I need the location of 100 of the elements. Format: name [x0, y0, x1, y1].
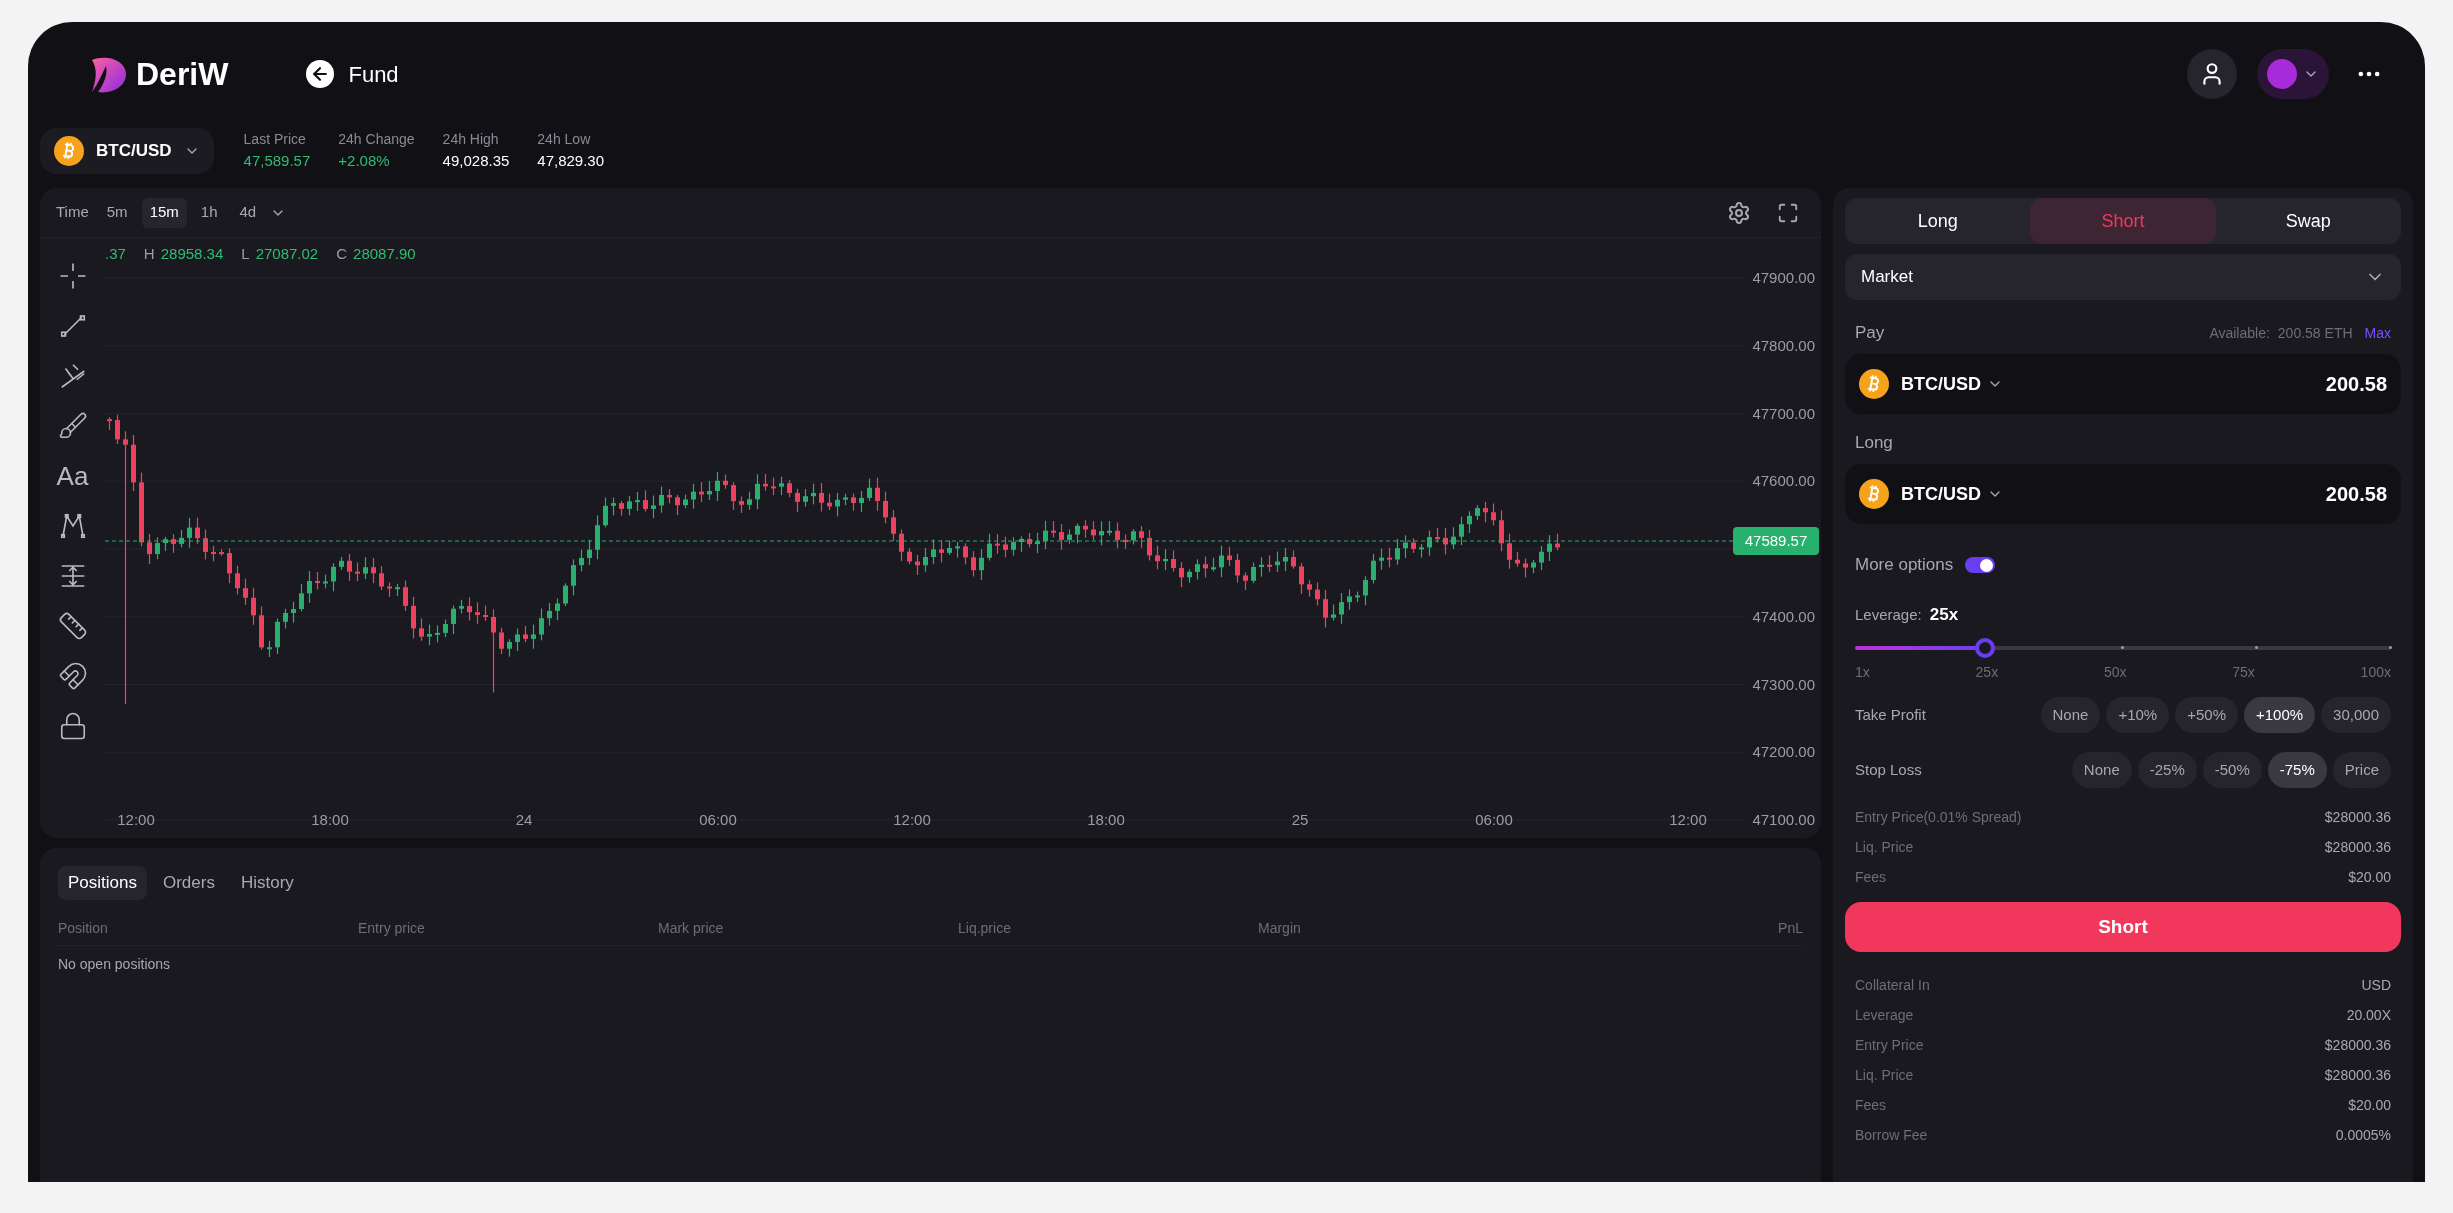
detail-label: Fees — [1855, 1095, 1887, 1115]
time-label: Time — [55, 202, 90, 223]
option-chip[interactable]: None — [2040, 697, 2101, 733]
max-link[interactable]: Max — [2364, 322, 2391, 344]
axis-label: 06:00 — [699, 811, 737, 828]
summary-label: Fees — [1855, 867, 1887, 887]
price-label: 47589.57 — [1733, 527, 1819, 555]
field-label: Pay — [1855, 322, 1885, 345]
token-label: BTC/USD — [1901, 372, 1981, 396]
column-header: Position — [58, 919, 109, 938]
detail-label: Leverage — [1855, 1005, 1914, 1025]
axis-label: 18:00 — [1087, 811, 1125, 828]
axis-label: 47300.00 — [1752, 675, 1815, 693]
logo-text: DeriW — [136, 55, 229, 94]
toggle-label: More options — [1855, 554, 1954, 577]
interval-tab[interactable]: 15m — [141, 197, 187, 228]
stat-label: 24h Low — [537, 130, 592, 150]
ohlc-value: .37 — [105, 243, 126, 264]
detail-label: Entry Price — [1855, 1035, 1924, 1055]
token-label: BTC/USD — [1901, 482, 1981, 506]
axis-label: 18:00 — [311, 811, 349, 828]
axis-label: 47700.00 — [1752, 404, 1815, 422]
field-label: Take Profit — [1855, 704, 1926, 725]
summary-value: $20.00 — [2348, 867, 2391, 887]
amount-value: 200.58 — [2325, 372, 2387, 397]
side-tab[interactable]: Swap — [2215, 198, 2401, 244]
column-header: Margin — [1258, 919, 1302, 938]
detail-label: Collateral In — [1855, 975, 1930, 995]
option-chip[interactable]: -75% — [2267, 752, 2327, 788]
field-label: Stop Loss — [1855, 759, 1922, 780]
option-chip[interactable]: None — [2071, 752, 2132, 788]
option-chip[interactable]: Price — [2332, 752, 2391, 788]
detail-label: Liq. Price — [1855, 1065, 1914, 1085]
column-header: Mark price — [658, 919, 725, 938]
option-chip[interactable]: +10% — [2106, 697, 2170, 733]
ohlc-value: 27087.02 — [255, 243, 319, 264]
summary-label: Entry Price(0.01% Spread) — [1855, 807, 2022, 827]
axis-label: 47800.00 — [1752, 336, 1815, 354]
slider-tick-label: 25x — [1975, 663, 1999, 682]
ohlc-value: 28958.34 — [160, 243, 224, 264]
back-button[interactable]: Fund — [306, 57, 399, 91]
ohlc-value: 28087.90 — [353, 243, 416, 264]
ohlc-label: L — [241, 243, 250, 264]
slider-tick-label: 1x — [1855, 663, 1870, 682]
stat-value: 47,829.30 — [537, 151, 605, 172]
token-amount-field[interactable]: BTC/USD 200.58 — [1845, 354, 2401, 414]
axis-label: 25 — [1291, 811, 1309, 828]
detail-value: $28000.36 — [2324, 1065, 2391, 1085]
stat-value: 49,028.35 — [442, 151, 510, 172]
detail-value: $28000.36 — [2324, 1035, 2391, 1055]
leverage-value: 25x — [1929, 604, 1959, 627]
detail-label: Borrow Fee — [1855, 1125, 1928, 1145]
interval-tab[interactable]: 1h — [192, 197, 226, 228]
side-tab[interactable]: Long — [1845, 198, 2031, 244]
interval-tab[interactable]: 4d — [231, 197, 265, 228]
axis-label: 47200.00 — [1752, 743, 1815, 761]
interval-tab[interactable]: 5m — [98, 197, 136, 228]
option-chip[interactable]: +50% — [2175, 697, 2238, 733]
column-header: Liq.price — [958, 919, 1012, 938]
slider-tick-label: 100x — [2360, 663, 2391, 682]
column-header: Entry price — [358, 919, 426, 938]
available-balance: 200.58 ETH — [2277, 323, 2353, 343]
order-type-dropdown[interactable]: Market — [1845, 254, 2401, 300]
positions-tab[interactable]: History — [230, 866, 304, 900]
slider-tick-label: 75x — [2232, 663, 2255, 682]
leverage-label: Leverage: — [1855, 604, 1922, 625]
text-tool-icon[interactable]: Aa — [56, 463, 89, 489]
empty-message: No open positions — [58, 954, 171, 974]
option-chip[interactable]: -25% — [2137, 752, 2197, 788]
ohlc-label: C — [336, 243, 348, 264]
option-chip[interactable]: +100% — [2244, 697, 2316, 733]
available-label: Available: — [2209, 323, 2270, 343]
slider-tick-label: 50x — [2103, 663, 2127, 682]
axis-label: 47400.00 — [1752, 607, 1815, 625]
stat-label: 24h High — [442, 130, 500, 150]
positions-tab[interactable]: Orders — [153, 866, 225, 900]
option-chip[interactable]: 30,000 — [2321, 697, 2391, 733]
axis-label: 47100.00 — [1752, 811, 1815, 828]
stat-value: +2.08% — [338, 151, 391, 172]
stat-label: Last Price — [243, 130, 307, 150]
ohlc-label: H — [143, 243, 155, 264]
side-tab[interactable]: Short — [2030, 198, 2216, 244]
detail-value: USD — [2361, 975, 2391, 995]
field-label: Long — [1855, 432, 1893, 455]
detail-value: 20.00X — [2346, 1005, 2391, 1025]
positions-tab[interactable]: Positions — [58, 866, 147, 900]
stat-value: 47,589.57 — [243, 151, 311, 172]
axis-label: 06:00 — [1475, 811, 1513, 828]
stat-label: 24h Change — [338, 130, 415, 150]
axis-label: 12:00 — [117, 811, 155, 828]
summary-label: Liq. Price — [1855, 837, 1914, 857]
pair-selector[interactable]: BTC/USD — [40, 128, 214, 174]
summary-value: $28000.36 — [2324, 837, 2391, 857]
option-chip[interactable]: -50% — [2202, 752, 2262, 788]
axis-label: 24 — [515, 811, 533, 828]
column-header: PnL — [1778, 919, 1803, 938]
detail-value: 0.0005% — [2335, 1125, 2391, 1145]
token-amount-field[interactable]: BTC/USD 200.58 — [1845, 464, 2401, 524]
axis-label: 47900.00 — [1752, 270, 1815, 286]
short-button[interactable]: Short — [1845, 902, 2401, 952]
